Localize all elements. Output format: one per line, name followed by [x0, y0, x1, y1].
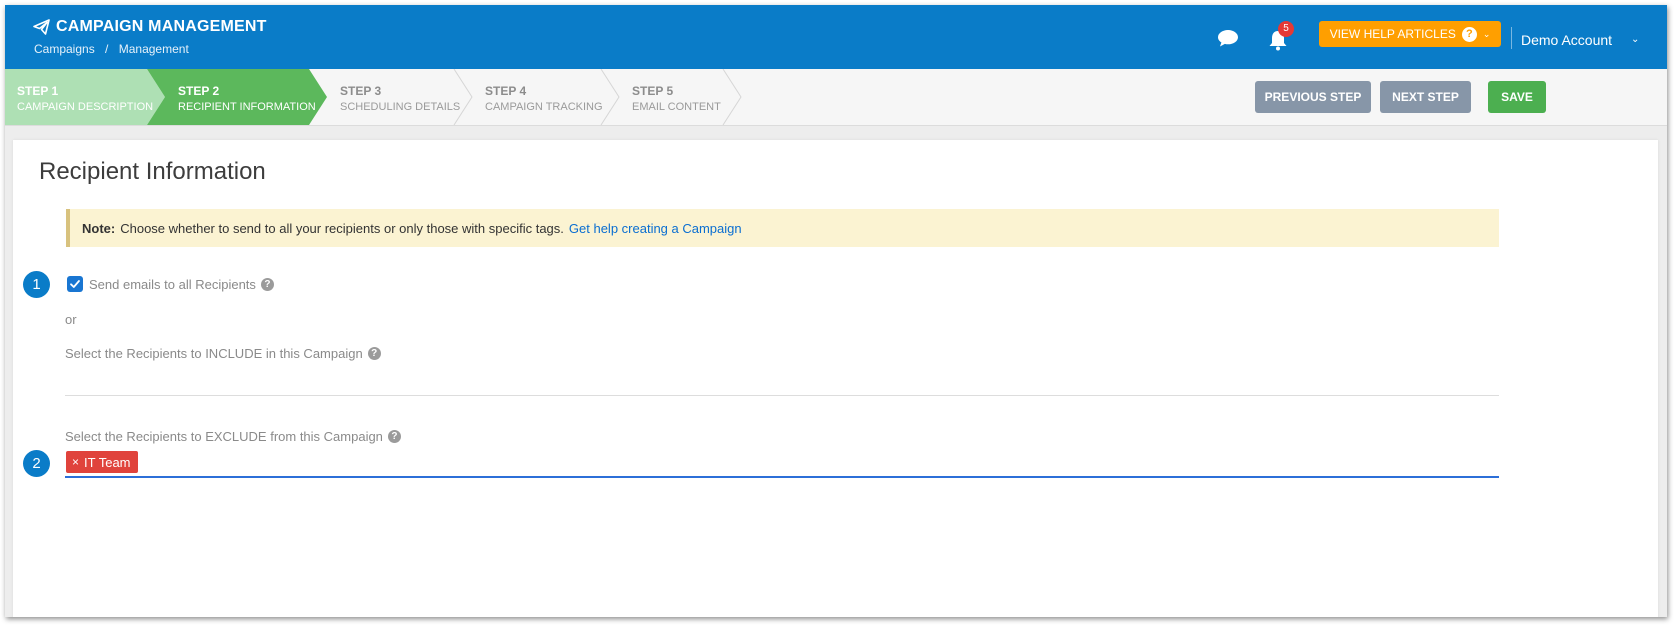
- exclude-tag-it-team: × IT Team: [66, 451, 138, 473]
- app-title-text: CAMPAIGN MANAGEMENT: [56, 18, 267, 35]
- breadcrumb-separator: /: [105, 42, 109, 56]
- include-label: Select the Recipients to INCLUDE in this…: [65, 346, 363, 361]
- include-row: Select the Recipients to INCLUDE in this…: [65, 346, 381, 361]
- view-help-articles-button[interactable]: VIEW HELP ARTICLES ? ⌄: [1319, 21, 1501, 47]
- step-5[interactable]: STEP 5 EMAIL CONTENT: [601, 69, 761, 125]
- chevron-down-icon: ⌄: [1482, 28, 1491, 39]
- help-question-icon[interactable]: ?: [260, 278, 274, 291]
- page-title: Recipient Information: [39, 158, 266, 185]
- exclude-recipients-input[interactable]: [65, 476, 1499, 478]
- previous-step-button[interactable]: PREVIOUS STEP: [1255, 81, 1371, 113]
- note-label: Note:: [82, 220, 116, 236]
- tag-label: IT Team: [84, 454, 131, 470]
- app-window: CAMPAIGN MANAGEMENT Campaigns / Manageme…: [5, 5, 1667, 617]
- chat-icon[interactable]: [1217, 29, 1239, 47]
- include-help-icon[interactable]: ?: [367, 347, 381, 360]
- step-2-label: STEP 2: [178, 84, 220, 98]
- note-banner: Note: Choose whether to send to all your…: [66, 209, 1499, 247]
- send-all-label[interactable]: Send emails to all Recipients: [89, 277, 256, 292]
- account-chevron-down-icon[interactable]: ⌄: [1631, 34, 1639, 45]
- header-divider: [1511, 27, 1512, 49]
- step-5-label: STEP 5: [632, 84, 674, 98]
- app-title: CAMPAIGN MANAGEMENT: [33, 18, 267, 36]
- question-icon: ?: [1461, 26, 1477, 42]
- wizard-steps-bar: STEP 1 CAMPAIGN DESCRIPTION STEP 2 RECIP…: [5, 69, 1667, 126]
- exclude-help-icon[interactable]: ?: [387, 430, 401, 443]
- save-button[interactable]: SAVE: [1488, 81, 1546, 113]
- note-text: Choose whether to send to all your recip…: [120, 220, 564, 236]
- step-marker-1: 1: [23, 271, 50, 298]
- step-4-sub: CAMPAIGN TRACKING: [485, 101, 603, 113]
- paper-plane-icon: [33, 19, 50, 35]
- remove-tag-icon[interactable]: ×: [72, 455, 79, 469]
- help-campaign-link[interactable]: Get help creating a Campaign: [569, 221, 742, 236]
- breadcrumb: Campaigns / Management: [34, 42, 189, 56]
- exclude-label: Select the Recipients to EXCLUDE from th…: [65, 429, 383, 444]
- exclude-row: Select the Recipients to EXCLUDE from th…: [65, 429, 401, 444]
- step-4-label: STEP 4: [485, 84, 527, 98]
- notification-badge: 5: [1278, 21, 1294, 37]
- send-all-row: Send emails to all Recipients ?: [89, 277, 274, 292]
- step-1-sub: CAMPAIGN DESCRIPTION: [17, 101, 154, 113]
- step-3-sub: SCHEDULING DETAILS: [340, 101, 461, 113]
- account-menu[interactable]: Demo Account: [1521, 32, 1612, 48]
- step-5-sub: EMAIL CONTENT: [632, 101, 721, 113]
- checkmark-icon: [70, 280, 80, 288]
- step-marker-2: 2: [23, 450, 50, 477]
- step-2-sub: RECIPIENT INFORMATION: [178, 101, 316, 113]
- send-all-checkbox[interactable]: [67, 276, 83, 292]
- breadcrumb-management[interactable]: Management: [119, 42, 189, 56]
- step-3-label: STEP 3: [340, 84, 382, 98]
- step-1-label: STEP 1: [17, 84, 59, 98]
- include-recipients-input[interactable]: [65, 395, 1499, 396]
- help-button-label: VIEW HELP ARTICLES: [1329, 27, 1456, 41]
- step-5-shape: [722, 69, 742, 125]
- or-text: or: [65, 312, 77, 327]
- next-step-button[interactable]: NEXT STEP: [1380, 81, 1471, 113]
- breadcrumb-campaigns[interactable]: Campaigns: [34, 42, 95, 56]
- top-header: CAMPAIGN MANAGEMENT Campaigns / Manageme…: [5, 5, 1667, 69]
